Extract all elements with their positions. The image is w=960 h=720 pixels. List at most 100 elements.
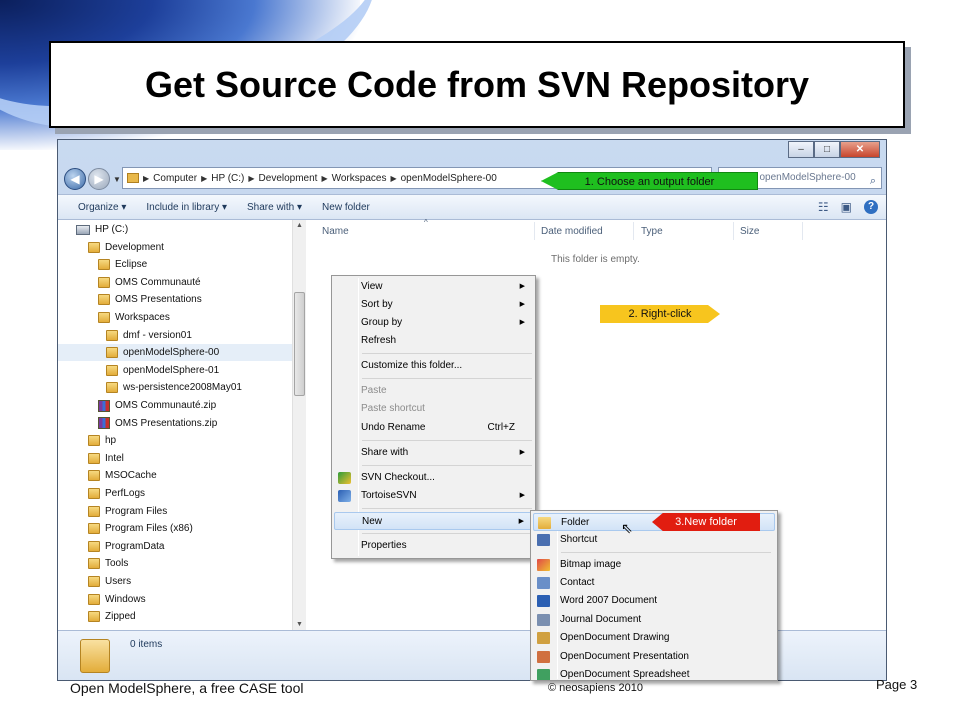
- menu-item-group-by[interactable]: Group by ▶: [334, 314, 533, 332]
- menu-separator: [561, 552, 771, 553]
- menu-item-label: Paste: [361, 385, 387, 396]
- new-item-journal-document[interactable]: Journal Document: [533, 611, 775, 629]
- tree-item[interactable]: Intel: [58, 450, 292, 467]
- menu-item-paste-shortcut[interactable]: Paste shortcut: [334, 400, 533, 418]
- scroll-up-icon[interactable]: ▲: [296, 222, 303, 229]
- tree-item[interactable]: Workspaces: [58, 309, 292, 326]
- search-icon[interactable]: ⌕: [870, 171, 876, 191]
- share-with-button[interactable]: Share with ▾: [247, 202, 302, 213]
- menu-item-label: New: [362, 516, 383, 527]
- tree-item[interactable]: openModelSphere-01: [58, 362, 292, 379]
- chevron-right-icon[interactable]: ▶: [201, 174, 207, 183]
- menu-item-label: Properties: [361, 540, 407, 551]
- column-header-type[interactable]: Type: [641, 226, 663, 237]
- breadcrumb-development[interactable]: Development: [259, 173, 318, 184]
- tree-item[interactable]: Eclipse: [58, 256, 292, 273]
- window-controls: – □ ✕: [788, 141, 880, 158]
- tree-scrollbar[interactable]: ▲ ▼: [292, 220, 306, 630]
- menu-item-label: OpenDocument Drawing: [560, 632, 670, 643]
- tree-item[interactable]: HP (C:): [58, 221, 292, 238]
- minimize-button[interactable]: –: [788, 141, 814, 158]
- tree-item[interactable]: Development: [58, 239, 292, 256]
- folder-icon: [88, 523, 100, 535]
- tree-item-label: Zipped: [105, 611, 136, 623]
- preview-pane-icon[interactable]: ▣: [841, 200, 852, 214]
- organize-button[interactable]: Organize ▾: [78, 202, 126, 213]
- column-header-date[interactable]: Date modified: [541, 226, 603, 237]
- close-button[interactable]: ✕: [840, 141, 880, 158]
- tree-item-label: openModelSphere-01: [123, 364, 220, 376]
- menu-item-label: Refresh: [361, 335, 397, 346]
- new-item-word-2007-document[interactable]: Word 2007 Document: [533, 592, 775, 610]
- recent-pages-chevron-icon[interactable]: ▼: [113, 175, 121, 184]
- tree-item[interactable]: openModelSphere-00: [58, 344, 292, 362]
- help-icon[interactable]: ?: [864, 200, 878, 214]
- folder-icon: [88, 558, 100, 570]
- menu-item-shortcut: Ctrl+Z: [487, 422, 516, 433]
- command-toolbar: Organize ▾ Include in library ▾ Share wi…: [58, 194, 886, 220]
- tree-item[interactable]: Users: [58, 573, 292, 590]
- menu-item-properties[interactable]: Properties: [334, 537, 533, 555]
- chevron-right-icon[interactable]: ▶: [143, 174, 149, 183]
- new-folder-button[interactable]: New folder: [322, 202, 370, 213]
- menu-item-undo-rename[interactable]: Undo Rename Ctrl+Z: [334, 419, 533, 437]
- back-button[interactable]: ◀: [64, 168, 86, 190]
- maximize-button[interactable]: □: [814, 141, 840, 158]
- change-view-icon[interactable]: ☷: [818, 200, 829, 214]
- folder-icon: [106, 347, 118, 359]
- tree-item[interactable]: OMS Communauté: [58, 274, 292, 291]
- tree-item[interactable]: ws-persistence2008May01: [58, 379, 292, 396]
- menu-item-refresh[interactable]: Refresh: [334, 332, 533, 350]
- tree-item[interactable]: Zipped: [58, 608, 292, 625]
- tree-item-label: MSOCache: [105, 470, 157, 482]
- tree-item[interactable]: hp: [58, 432, 292, 449]
- menu-item-sort-by[interactable]: Sort by ▶: [334, 296, 533, 314]
- new-item-opendocument-presentation[interactable]: OpenDocument Presentation: [533, 648, 775, 666]
- new-item-bitmap-image[interactable]: Bitmap image: [533, 556, 775, 574]
- column-header-size[interactable]: Size: [740, 226, 759, 237]
- tree-item[interactable]: PerfLogs: [58, 485, 292, 502]
- folder-icon: [98, 259, 110, 271]
- include-in-library-button[interactable]: Include in library ▾: [146, 202, 227, 213]
- tree-item[interactable]: OMS Communauté.zip: [58, 397, 292, 414]
- menu-item-svn-checkout[interactable]: SVN Checkout...: [334, 469, 533, 487]
- chevron-right-icon[interactable]: ▶: [390, 174, 396, 183]
- tree-item[interactable]: MSOCache: [58, 467, 292, 484]
- submenu-arrow-icon: ▶: [519, 301, 525, 308]
- breadcrumb-current-folder[interactable]: openModelSphere-00: [401, 173, 497, 184]
- tree-item-label: hp: [105, 435, 117, 447]
- chevron-right-icon[interactable]: ▶: [248, 174, 254, 183]
- column-header-name[interactable]: Name: [322, 226, 349, 237]
- file-type-icon: [537, 651, 550, 663]
- scrollbar-thumb[interactable]: [294, 292, 305, 396]
- menu-separator: [362, 508, 532, 509]
- tree-item-label: ProgramData: [105, 540, 165, 552]
- menu-item-customize-this-folder[interactable]: Customize this folder...: [334, 357, 533, 375]
- breadcrumb-workspaces[interactable]: Workspaces: [332, 173, 387, 184]
- tree-item-label: Eclipse: [115, 259, 148, 271]
- forward-button[interactable]: ▶: [88, 168, 110, 190]
- tree-item[interactable]: Program Files (x86): [58, 520, 292, 537]
- tree-item[interactable]: Tools: [58, 555, 292, 572]
- breadcrumb-computer[interactable]: Computer: [153, 173, 197, 184]
- file-type-icon: [537, 614, 550, 626]
- menu-item-share-with[interactable]: Share with ▶: [334, 444, 533, 462]
- tree-item[interactable]: dmf - version01: [58, 327, 292, 344]
- breadcrumb-hp-c[interactable]: HP (C:): [211, 173, 244, 184]
- new-item-contact[interactable]: Contact: [533, 574, 775, 592]
- chevron-right-icon[interactable]: ▶: [321, 174, 327, 183]
- new-item-shortcut[interactable]: Shortcut: [533, 531, 775, 549]
- tree-item[interactable]: OMS Presentations.zip: [58, 415, 292, 432]
- new-item-opendocument-drawing[interactable]: OpenDocument Drawing: [533, 629, 775, 647]
- tree-item[interactable]: ProgramData: [58, 538, 292, 555]
- menu-item-view[interactable]: View ▶: [334, 278, 533, 296]
- tree-item[interactable]: Program Files: [58, 503, 292, 520]
- menu-item-label: Undo Rename: [361, 422, 426, 433]
- tree-item[interactable]: OMS Presentations: [58, 291, 292, 308]
- menu-item-new[interactable]: New ▶: [334, 512, 533, 530]
- menu-item-tortoisesvn[interactable]: TortoiseSVN ▶: [334, 487, 533, 505]
- menu-item-paste[interactable]: Paste: [334, 382, 533, 400]
- new-item-opendocument-spreadsheet[interactable]: OpenDocument Spreadsheet: [533, 666, 775, 680]
- scroll-down-icon[interactable]: ▼: [296, 621, 303, 628]
- tree-item[interactable]: Windows: [58, 591, 292, 608]
